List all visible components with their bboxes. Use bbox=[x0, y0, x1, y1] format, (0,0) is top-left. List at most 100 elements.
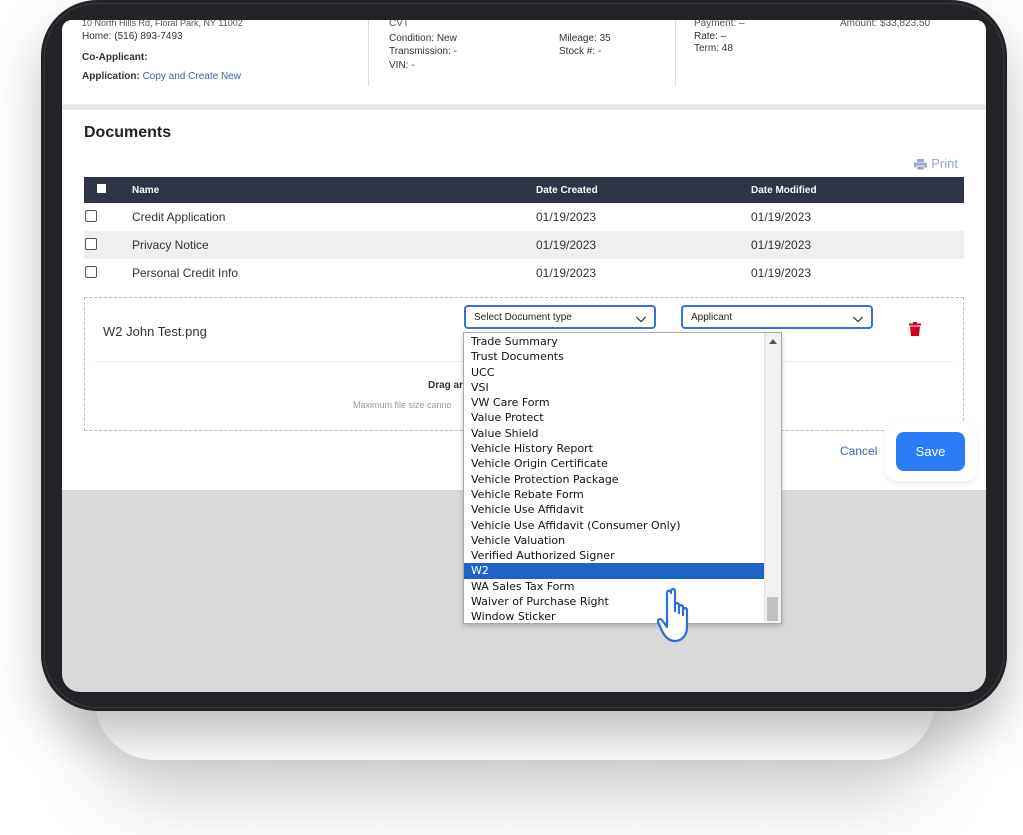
col-date-modified[interactable]: Date Modified bbox=[751, 177, 964, 203]
copy-create-new-link[interactable]: Copy and Create New bbox=[143, 71, 241, 82]
stock-label: Stock #: bbox=[559, 46, 596, 57]
rate-label: Rate: bbox=[694, 31, 718, 42]
application-label: Application: bbox=[82, 71, 140, 82]
doc-name-link[interactable]: Privacy Notice bbox=[132, 231, 536, 259]
max-file-size-text: Maximum file size canno bbox=[353, 400, 452, 410]
dropdown-option[interactable]: Vehicle History Report bbox=[464, 441, 764, 456]
document-type-select[interactable]: Select Document type ⌵ bbox=[464, 305, 656, 329]
dropdown-option[interactable]: W2 bbox=[464, 563, 764, 579]
save-button[interactable]: Save bbox=[896, 432, 965, 471]
section-separator bbox=[62, 104, 986, 110]
select-all-checkbox[interactable] bbox=[97, 184, 106, 193]
transmission-label: Transmission: bbox=[389, 46, 451, 57]
row-checkbox-cell bbox=[84, 259, 132, 287]
dropdown-option[interactable]: Vehicle Valuation bbox=[464, 533, 764, 548]
row-checkbox[interactable] bbox=[85, 209, 97, 222]
col-name[interactable]: Name bbox=[132, 177, 536, 203]
term-label: Term: bbox=[694, 43, 719, 54]
dropdown-option[interactable]: Vehicle Protection Package bbox=[464, 472, 764, 487]
dropdown-option[interactable]: VSI bbox=[464, 380, 764, 395]
stock-value: - bbox=[597, 46, 602, 57]
home-phone: Home: (516) 893-7493 bbox=[82, 30, 183, 43]
transmission-value: - bbox=[453, 46, 457, 57]
trash-icon[interactable] bbox=[909, 322, 921, 336]
scroll-up-arrow-icon[interactable] bbox=[769, 339, 777, 344]
dropdown-option[interactable]: Waiver of Purchase Right bbox=[464, 594, 764, 609]
mileage: Mileage: 35 bbox=[559, 32, 611, 45]
transmission: Transmission: - bbox=[389, 45, 457, 58]
row-checkbox[interactable] bbox=[85, 265, 97, 278]
home-label: Home: bbox=[82, 31, 112, 42]
hand-pointer-cursor-icon bbox=[657, 588, 689, 643]
document-type-dropdown[interactable]: Trade Summary Trust Documents UCC VSI VW Car… bbox=[463, 332, 782, 624]
documents-table: Name Date Created Date Modified Credit A… bbox=[84, 177, 964, 287]
mileage-value: 35 bbox=[599, 33, 611, 44]
table-row: Credit Application 01/19/2023 01/19/2023 bbox=[84, 203, 964, 231]
amount: Amount: $33,823.50 bbox=[840, 20, 930, 30]
coapplicant: Co-Applicant: bbox=[82, 51, 148, 64]
dropdown-option[interactable]: VW Care Form bbox=[464, 395, 764, 410]
vin-value: - bbox=[411, 60, 415, 71]
table-row: Personal Credit Info 01/19/2023 01/19/20… bbox=[84, 259, 964, 287]
dropdown-options: Trade Summary Trust Documents UCC VSI VW Car… bbox=[464, 334, 764, 623]
doc-name-link[interactable]: Personal Credit Info bbox=[132, 259, 536, 287]
divider bbox=[675, 20, 676, 86]
row-checkbox-cell bbox=[84, 231, 132, 259]
dropdown-option[interactable]: Value Protect bbox=[464, 410, 764, 425]
uploaded-file-name: W2 John Test.png bbox=[103, 324, 207, 339]
vin-label: VIN: bbox=[389, 60, 409, 71]
dropdown-option[interactable]: Window Sticker bbox=[464, 609, 764, 623]
dropdown-option[interactable]: Verified Authorized Signer bbox=[464, 548, 764, 563]
amount-value: $33,823.50 bbox=[880, 20, 931, 29]
table-row: Privacy Notice 01/19/2023 01/19/2023 bbox=[84, 231, 964, 259]
row-checkbox[interactable] bbox=[85, 237, 97, 250]
dropdown-option[interactable]: Trade Summary bbox=[464, 334, 764, 349]
screen: 10 North Hills Rd, Floral Park, NY 11002… bbox=[62, 20, 986, 692]
date-created: 01/19/2023 bbox=[536, 266, 597, 280]
condition-label: Condition: bbox=[389, 33, 435, 44]
print-label: Print bbox=[931, 156, 958, 171]
term-value: 48 bbox=[721, 43, 733, 54]
documents-title: Documents bbox=[84, 124, 172, 141]
application-row: Application: Copy and Create New bbox=[82, 70, 241, 83]
dropdown-option[interactable]: Vehicle Origin Certificate bbox=[464, 456, 764, 471]
party-select[interactable]: Applicant ⌵ bbox=[681, 305, 873, 329]
date-modified: 01/19/2023 bbox=[751, 210, 812, 224]
row-checkbox-cell bbox=[84, 203, 132, 231]
date-created: 01/19/2023 bbox=[536, 238, 597, 252]
customer-address: 10 North Hills Rd, Floral Park, NY 11002 bbox=[82, 20, 243, 28]
date-modified: 01/19/2023 bbox=[751, 266, 812, 280]
col-date-created[interactable]: Date Created bbox=[536, 177, 751, 203]
condition-value: New bbox=[436, 33, 457, 44]
payment: Payment: – bbox=[694, 20, 745, 30]
payment-label: Payment: bbox=[694, 20, 737, 29]
stock: Stock #: - bbox=[559, 45, 601, 58]
chevron-down-icon: ⌵ bbox=[636, 309, 646, 325]
mileage-label: Mileage: bbox=[559, 33, 597, 44]
dropdown-option[interactable]: Vehicle Use Affidavit bbox=[464, 502, 764, 517]
doc-name-link[interactable]: Credit Application bbox=[132, 203, 536, 231]
vin: VIN: - bbox=[389, 59, 415, 72]
party-value: Applicant bbox=[691, 311, 733, 323]
dropdown-scrollbar[interactable] bbox=[764, 333, 781, 623]
print-button[interactable]: Print bbox=[914, 156, 958, 171]
vehicle-transmission-type: CVT bbox=[389, 20, 409, 29]
date-modified: 01/19/2023 bbox=[751, 238, 812, 252]
rate-value: – bbox=[720, 31, 727, 42]
cancel-button[interactable]: Cancel bbox=[840, 444, 877, 458]
coapplicant-label: Co-Applicant: bbox=[82, 52, 148, 63]
table-header: Name Date Created Date Modified bbox=[84, 177, 964, 203]
dropdown-option[interactable]: WA Sales Tax Form bbox=[464, 579, 764, 594]
dropdown-option[interactable]: UCC bbox=[464, 365, 764, 380]
amount-label: Amount: bbox=[840, 20, 878, 29]
home-phone-value: (516) 893-7493 bbox=[114, 31, 183, 42]
payment-value: – bbox=[739, 20, 745, 29]
select-all-cell bbox=[84, 177, 132, 203]
dropdown-option[interactable]: Value Shield bbox=[464, 426, 764, 441]
dropdown-option[interactable]: Vehicle Rebate Form bbox=[464, 487, 764, 502]
dropdown-option[interactable]: Vehicle Use Affidavit (Consumer Only) bbox=[464, 518, 764, 533]
dropdown-option[interactable]: Trust Documents bbox=[464, 349, 764, 364]
date-created: 01/19/2023 bbox=[536, 210, 597, 224]
scroll-thumb[interactable] bbox=[767, 597, 778, 621]
document-type-value: Select Document type bbox=[474, 311, 572, 323]
